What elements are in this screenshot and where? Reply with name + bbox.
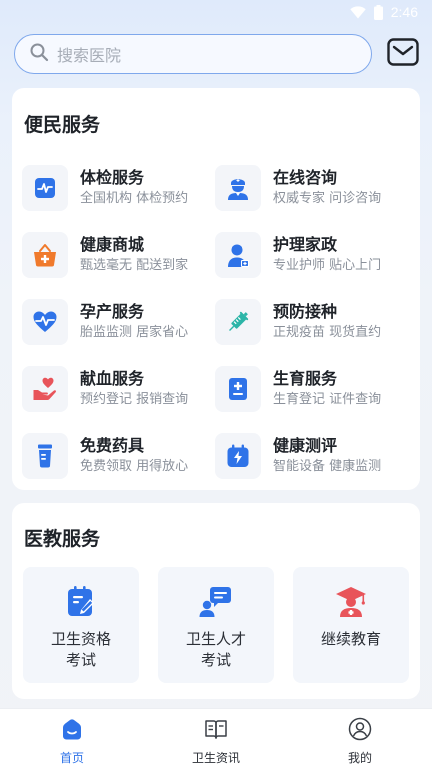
service-subtitle: 正规疫苗 现货直约 — [273, 325, 382, 340]
tile-label: 继续教育 — [320, 630, 381, 648]
service-health-mall[interactable]: 健康商城 甄选毫无 配送到家 — [22, 229, 212, 281]
service-subtitle: 甄选毫无 配送到家 — [80, 258, 189, 273]
service-title: 献血服务 — [80, 369, 145, 388]
nav-home[interactable]: 首页 — [0, 709, 144, 768]
nav-label: 我的 — [347, 751, 372, 765]
exam-icon — [66, 585, 96, 619]
service-title: 健康测评 — [273, 436, 338, 455]
service-blood-donation[interactable]: 献血服务 预约登记 报销查询 — [22, 363, 212, 415]
home-icon — [60, 717, 84, 745]
service-title: 在线咨询 — [273, 168, 338, 187]
syringe-icon — [215, 299, 261, 345]
search-input[interactable]: 搜索医院 — [14, 34, 372, 74]
basket-icon — [22, 232, 68, 278]
service-subtitle: 智能设备 健康监测 — [273, 459, 382, 474]
service-free-medicine[interactable]: 免费药具 免费领取 用得放心 — [22, 430, 212, 482]
service-online-consult[interactable]: 在线咨询 权威专家 问诊咨询 — [215, 162, 405, 214]
blood-donation-icon — [22, 366, 68, 412]
wifi-icon — [350, 5, 366, 19]
service-subtitle: 权威专家 问诊咨询 — [273, 191, 382, 206]
service-subtitle: 胎监监测 居家省心 — [80, 325, 189, 340]
nav-label: 首页 — [59, 751, 84, 765]
talent-icon — [199, 585, 233, 619]
status-time: 2:46 — [390, 4, 418, 20]
search-row: 搜索医院 — [14, 33, 420, 75]
service-title: 免费药具 — [80, 436, 145, 455]
nav-profile[interactable]: 我的 — [288, 709, 432, 768]
tile-continuing-education[interactable]: 继续教育 — [293, 567, 409, 683]
service-subtitle: 预约登记 报销查询 — [80, 392, 189, 407]
service-title: 生育服务 — [273, 369, 338, 388]
tile-label: 卫生资格考试 — [50, 630, 111, 669]
service-subtitle: 全国机构 体检预约 — [80, 191, 189, 206]
nurse-icon — [215, 232, 261, 278]
service-fertility[interactable]: 生育服务 生育登记 证件查询 — [215, 363, 405, 415]
convenience-services-title: 便民服务 — [24, 114, 101, 136]
service-title: 孕产服务 — [80, 302, 145, 321]
heart-pulse-icon — [22, 299, 68, 345]
graduation-icon — [335, 585, 367, 619]
service-title: 健康商城 — [80, 235, 145, 254]
convenience-services-card: 便民服务 体检服务 全国机构 体检预约 在线咨询 权威专家 问诊咨询 健康商城 … — [12, 88, 420, 490]
book-icon — [204, 717, 228, 745]
service-nursing-housekeeping[interactable]: 护理家政 专业护师 贴心上门 — [215, 229, 405, 281]
medical-card-icon — [215, 366, 261, 412]
battery-icon — [373, 4, 383, 20]
service-subtitle: 免费领取 用得放心 — [80, 459, 189, 474]
tile-label: 卫生人才考试 — [185, 630, 246, 669]
service-title: 体检服务 — [80, 168, 145, 187]
tile-health-qualification-exam[interactable]: 卫生资格考试 — [23, 567, 139, 683]
mail-icon — [387, 38, 419, 70]
calendar-bolt-icon — [215, 433, 261, 479]
service-subtitle: 生育登记 证件查询 — [273, 392, 382, 407]
service-subtitle: 专业护师 贴心上门 — [273, 258, 382, 273]
service-health-assessment[interactable]: 健康测评 智能设备 健康监测 — [215, 430, 405, 482]
search-placeholder: 搜索医院 — [57, 46, 122, 65]
nav-health-news[interactable]: 卫生资讯 — [144, 709, 288, 768]
user-icon — [348, 717, 372, 745]
nav-label: 卫生资讯 — [191, 751, 240, 765]
service-title: 预防接种 — [273, 302, 338, 321]
service-title: 护理家政 — [273, 235, 338, 254]
service-physical-exam[interactable]: 体检服务 全国机构 体检预约 — [22, 162, 212, 214]
medical-education-card: 医教服务 卫生资格考试 卫生人才考试 继续教育 — [12, 503, 420, 699]
status-bar: 2:46 — [0, 0, 432, 24]
tile-health-talent-exam[interactable]: 卫生人才考试 — [158, 567, 274, 683]
search-icon — [29, 42, 49, 66]
pill-bottle-icon — [22, 433, 68, 479]
service-vaccination[interactable]: 预防接种 正规疫苗 现货直约 — [215, 296, 405, 348]
service-maternity[interactable]: 孕产服务 胎监监测 居家省心 — [22, 296, 212, 348]
pulse-icon — [22, 165, 68, 211]
medical-education-title: 医教服务 — [24, 528, 101, 550]
doctor-icon — [215, 165, 261, 211]
bottom-nav: 首页 卫生资讯 我的 — [0, 708, 432, 768]
message-button[interactable] — [386, 37, 420, 71]
